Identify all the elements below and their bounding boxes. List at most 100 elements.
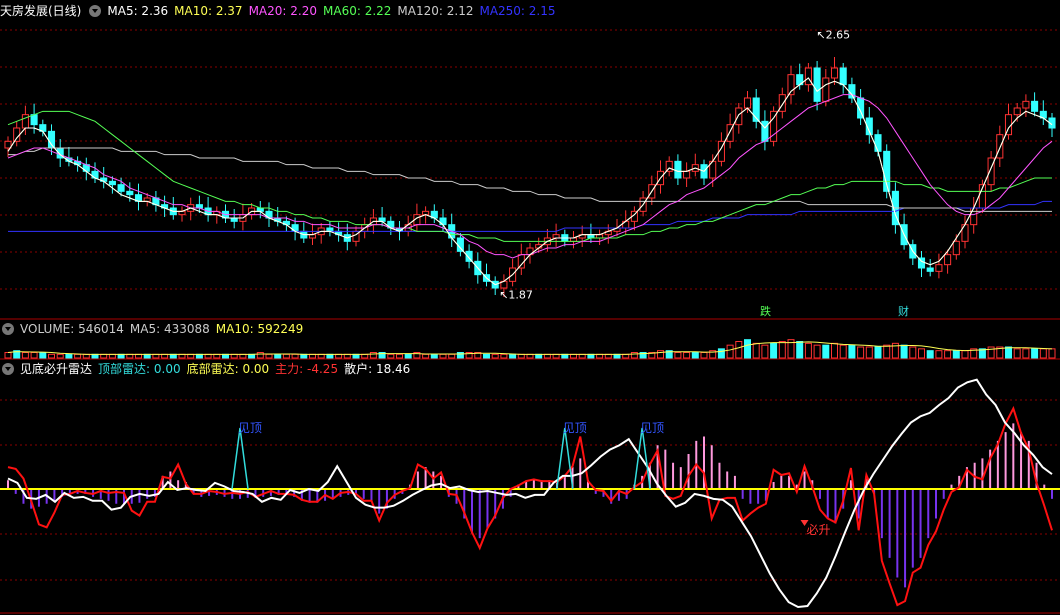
ma-legend: MA5: 2.36 MA10: 2.37 MA20: 2.20 MA60: 2.22 M…: [107, 4, 561, 18]
volume-bar: [926, 350, 934, 359]
volume-bar: [770, 342, 778, 359]
candle-body: [117, 184, 125, 192]
volume-bar: [4, 352, 12, 359]
volume-legend-item-1: MA5: 433088: [129, 322, 210, 336]
volume-bar: [604, 353, 612, 359]
low-price-label: ↖1.87: [499, 289, 533, 302]
volume-bar: [335, 353, 343, 359]
candle-body: [30, 114, 38, 126]
volume-bar: [561, 353, 569, 359]
top-radar-spike: [231, 427, 249, 490]
candle-body: [291, 224, 299, 232]
volume-bar: [309, 353, 316, 359]
candle-body: [839, 67, 847, 86]
volume-bar: [526, 353, 534, 359]
top-signal-label-2: 见顶: [640, 421, 664, 435]
volume-bar: [317, 353, 325, 359]
candle-body: [683, 170, 691, 179]
collapse-icon[interactable]: [89, 5, 102, 17]
volume-bar: [143, 353, 151, 359]
candle-body: [126, 190, 134, 196]
volume-bar: [935, 350, 943, 359]
price-panel-header: 天房发展(日线) MA5: 2.36 MA10: 2.37 MA20: 2.20 MA6…: [0, 2, 568, 20]
signal-badge-die: 跌: [760, 304, 771, 318]
volume-bar: [126, 353, 134, 359]
candle-body: [47, 130, 56, 149]
volume-bar: [274, 353, 282, 359]
volume-bar: [874, 346, 882, 359]
volume-bar: [761, 344, 769, 359]
volume-bar: [683, 352, 691, 359]
volume-bar: [135, 353, 142, 359]
candle-body: [517, 254, 525, 269]
ma-legend-item-1: MA10: 2.37: [174, 4, 243, 18]
volume-bar: [822, 344, 830, 359]
volume-bar: [509, 353, 517, 359]
volume-bar: [500, 353, 508, 359]
ma-legend-item-5: MA250: 2.15: [479, 4, 556, 18]
volume-bar: [430, 353, 438, 359]
volume-bar: [622, 353, 630, 359]
volume-bar: [883, 344, 891, 359]
signal-badge-cai: 财: [898, 304, 909, 318]
indicator-title: 见底必升雷达: [20, 362, 93, 376]
ma-legend-item-2: MA20: 2.20: [248, 4, 317, 18]
volume-bar: [744, 339, 751, 359]
volume-legend: VOLUME: 546014 MA5: 433088 MA10: 592249: [20, 322, 309, 336]
volume-bar: [30, 352, 38, 359]
candle-body: [439, 217, 447, 226]
volume-bar: [587, 353, 595, 359]
indicator-panel-header: 见底必升雷达 顶部雷达: 0.00 底部雷达: 0.00 主力: -4.25 散户: 1…: [0, 360, 422, 378]
candle-body: [743, 97, 752, 109]
volume-bar: [404, 353, 412, 359]
volume-bar: [831, 342, 838, 359]
volume-bar: [804, 342, 812, 359]
volume-bar: [1005, 346, 1012, 359]
candle-body: [874, 134, 882, 152]
volume-bar: [1031, 348, 1039, 359]
volume-bar: [570, 353, 577, 359]
volume-bar: [952, 350, 960, 359]
candle-body: [996, 134, 1004, 159]
collapse-icon[interactable]: [2, 363, 14, 375]
volume-bar: [778, 341, 786, 359]
indicator-legend-item-0: 顶部雷达: 0.00: [98, 362, 181, 376]
volume-bar: [517, 353, 525, 359]
volume-bar: [839, 344, 847, 359]
volume-bar: [100, 353, 108, 359]
volume-panel-header: VOLUME: 546014 MA5: 433088 MA10: 592249: [0, 320, 315, 338]
volume-bar: [918, 348, 925, 359]
volume-bar: [248, 353, 256, 359]
indicator-legend-item-1: 底部雷达: 0.00: [186, 362, 270, 376]
collapse-icon[interactable]: [2, 323, 14, 335]
candle-body: [970, 207, 978, 226]
candle-body: [1031, 100, 1039, 112]
volume-bar: [230, 353, 238, 359]
volume-bar: [91, 353, 99, 359]
volume-bar: [291, 353, 299, 359]
candle-body: [952, 240, 960, 256]
sanhu-line: [7, 378, 1053, 609]
volume-bar: [326, 353, 334, 359]
volume-bar: [439, 353, 447, 359]
stock-chart-window: ↖2.65 ↖1.87 跌财见顶 见顶 见顶 必升 天房发展(日线) MA5: 2.36 MA…: [0, 0, 1060, 615]
candle-body: [4, 140, 12, 149]
volume-bar: [300, 353, 308, 359]
zhuli-line: [7, 405, 1053, 607]
volume-bar: [361, 353, 369, 359]
indicator-legend-item-3: 散户: 18.46: [344, 362, 411, 376]
volume-bar: [735, 341, 743, 359]
candle-body: [13, 127, 21, 142]
candle-body: [108, 180, 116, 186]
volume-bar: [74, 353, 82, 359]
volume-bar: [352, 353, 360, 359]
volume-bar: [282, 353, 290, 359]
volume-bar: [108, 353, 116, 359]
volume-bar: [39, 352, 47, 359]
candle-body: [622, 220, 630, 229]
candle-body: [761, 120, 769, 142]
volume-bar: [456, 352, 464, 359]
volume-bar: [961, 350, 969, 359]
volume-bar: [613, 353, 621, 359]
volume-bar: [535, 353, 543, 359]
